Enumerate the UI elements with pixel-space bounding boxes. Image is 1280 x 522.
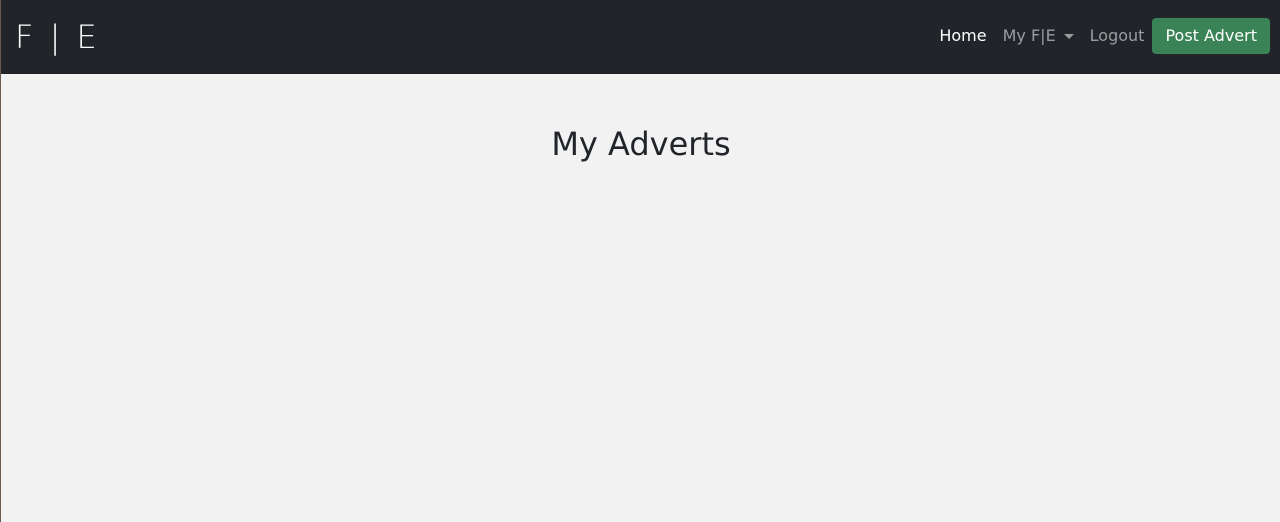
nav-home-link[interactable]: Home	[931, 16, 994, 56]
nav-my-fe-dropdown[interactable]: My F|E	[995, 16, 1082, 56]
nav-links: Home My F|E Logout Post Advert	[931, 17, 1270, 55]
nav-my-fe-label: My F|E	[1002, 26, 1056, 45]
top-navbar: F | E Home My F|E Logout Post Advert	[1, 0, 1280, 74]
caret-down-icon	[1063, 33, 1074, 39]
post-advert-button[interactable]: Post Advert	[1152, 18, 1270, 54]
page-title: My Adverts	[551, 125, 731, 163]
brand-logo[interactable]: F | E	[15, 17, 100, 57]
app-window: F | E Home My F|E Logout Post Advert My …	[0, 0, 1280, 522]
nav-logout-link[interactable]: Logout	[1082, 16, 1153, 56]
